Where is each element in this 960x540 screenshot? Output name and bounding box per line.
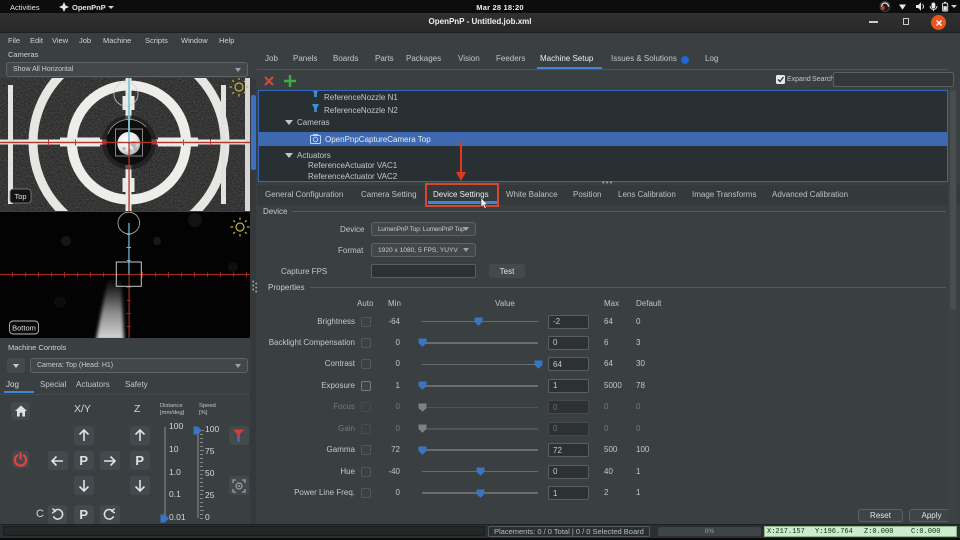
svg-text:Top: Top [14, 192, 26, 201]
svg-text:Bottom: Bottom [12, 324, 36, 333]
